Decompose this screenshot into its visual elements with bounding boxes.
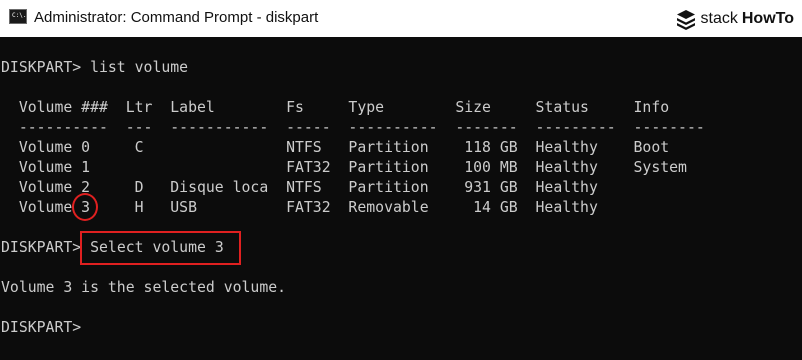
volume-table-header: Volume ### Ltr Label Fs Type Size Status…: [1, 99, 670, 116]
console-output[interactable]: DISKPART> list volume Volume ### Ltr Lab…: [0, 37, 802, 360]
title-bar: C:\. Administrator: Command Prompt - dis…: [0, 0, 802, 37]
prompt-current: DISKPART>: [1, 319, 82, 336]
volume-number-highlight-circle: [72, 193, 98, 221]
stackhowto-logo-icon: [676, 10, 695, 30]
volume-row: Volume 0 C NTFS Partition 118 GB Healthy…: [1, 139, 670, 156]
prompt-list-volume: DISKPART> list volume: [1, 59, 189, 76]
stackhowto-watermark: stack HowTo: [675, 7, 794, 31]
logo-text-stack: stack: [700, 10, 738, 27]
selection-result: Volume 3 is the selected volume.: [1, 279, 287, 296]
select-command-highlight-box: [80, 231, 241, 265]
volume-table-rule: ---------- --- ----------- ----- -------…: [1, 119, 705, 136]
logo-text-howto: HowTo: [741, 10, 794, 27]
volume-row: Volume 1 FAT32 Partition 100 MB Healthy …: [1, 159, 687, 176]
console-app-icon[interactable]: C:\.: [9, 9, 27, 24]
prompt-label: DISKPART>: [1, 239, 82, 256]
window-title: Administrator: Command Prompt - diskpart: [34, 9, 319, 26]
